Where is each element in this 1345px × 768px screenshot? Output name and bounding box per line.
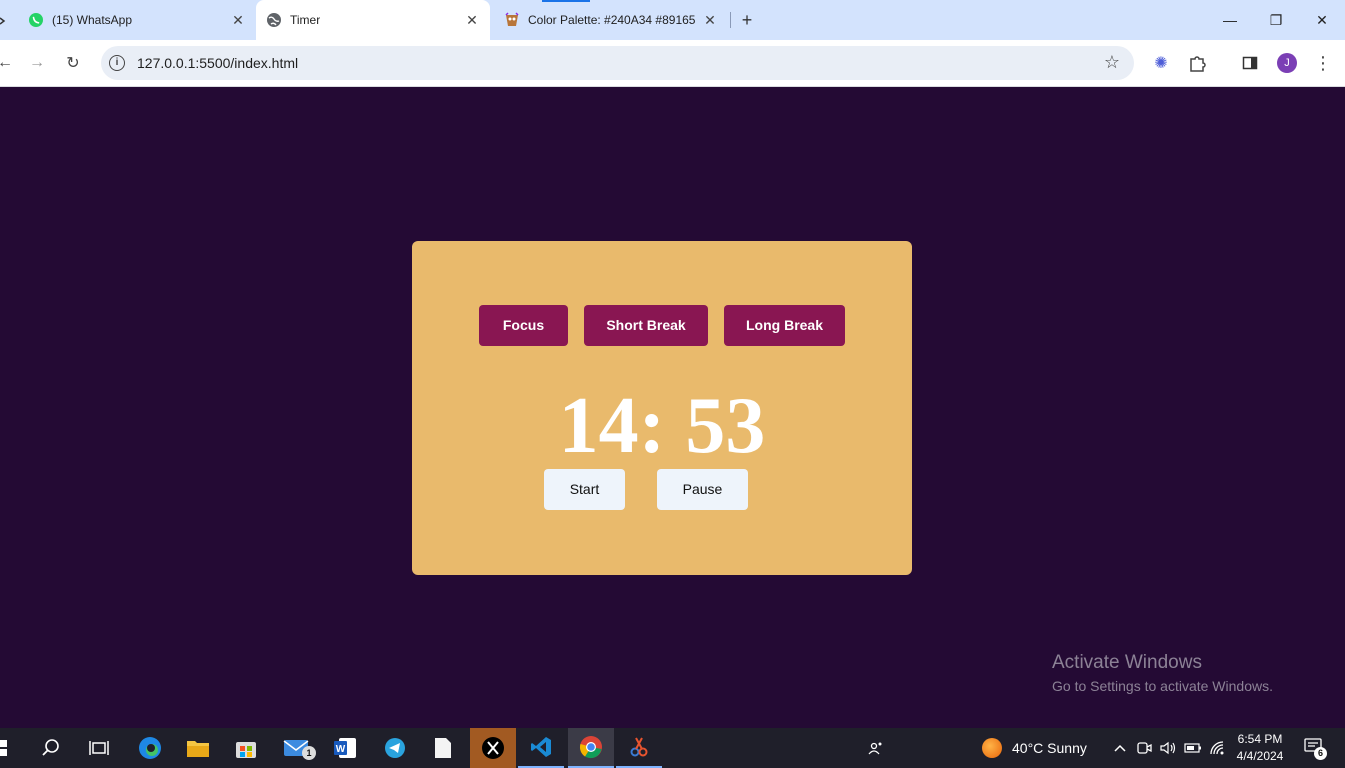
extensions-icon[interactable] [1186, 52, 1208, 74]
menu-kebab-icon[interactable]: ⋮ [1312, 52, 1334, 74]
edge-browser-icon[interactable] [127, 728, 173, 768]
windows-start-icon[interactable] [0, 728, 14, 768]
reload-icon[interactable]: ↻ [62, 52, 84, 74]
tab-color-palette[interactable]: Color Palette: #240A34 #89165 ✕ [490, 0, 728, 40]
tab-whatsapp[interactable]: (15) WhatsApp ✕ [0, 0, 256, 40]
timer-card: Focus Short Break Long Break 14: 53 Star… [412, 241, 912, 575]
watermark-title: Activate Windows [1052, 652, 1202, 673]
volume-icon[interactable] [1158, 738, 1178, 758]
notepad-icon[interactable] [420, 728, 466, 768]
bookmark-star-icon[interactable]: ☆ [1104, 52, 1120, 73]
tab-divider [730, 12, 731, 28]
tab-title: Color Palette: #240A34 #89165 [528, 13, 696, 27]
close-tab-icon[interactable]: ✕ [464, 12, 480, 28]
clock-date: 4/4/2024 [1236, 749, 1284, 763]
close-tab-icon[interactable]: ✕ [702, 12, 718, 28]
extension-puzzle-flower-icon[interactable]: ✺ [1150, 52, 1172, 74]
word-icon[interactable]: W [322, 728, 368, 768]
wifi-icon[interactable] [1207, 738, 1227, 758]
pause-button[interactable]: Pause [657, 469, 748, 510]
tab-title: Timer [290, 13, 321, 27]
chrome-icon[interactable] [568, 728, 614, 768]
long-break-button[interactable]: Long Break [724, 305, 845, 346]
palette-icon [504, 12, 520, 28]
browser-tab-strip: (15) WhatsApp ✕ Timer ✕ Color Palette: #… [0, 0, 1345, 40]
weather-text[interactable]: 40°C Sunny [1012, 740, 1087, 756]
task-view-icon[interactable] [76, 728, 122, 768]
short-break-button[interactable]: Short Break [584, 305, 708, 346]
microsoft-store-icon[interactable] [223, 728, 269, 768]
mail-unread-badge: 1 [302, 746, 316, 760]
show-hidden-icons-chevron-icon[interactable] [1110, 738, 1130, 758]
people-icon[interactable] [866, 738, 886, 758]
timer-display: 14: 53 [558, 382, 766, 470]
restore-icon[interactable]: ❐ [1266, 10, 1286, 30]
focus-mode-button[interactable]: Focus [479, 305, 568, 346]
clock-time: 6:54 PM [1237, 732, 1283, 746]
tab-loading-indicator [542, 0, 590, 2]
profile-avatar[interactable]: J [1277, 53, 1297, 73]
vscode-icon[interactable] [518, 728, 564, 768]
url-text[interactable]: 127.0.0.1:5500/index.html [137, 55, 298, 71]
svg-text:W: W [336, 744, 346, 755]
sunny-weather-icon[interactable] [982, 738, 1002, 758]
telegram-icon[interactable] [372, 728, 418, 768]
tab-title: (15) WhatsApp [52, 13, 133, 27]
site-info-icon[interactable]: i [109, 55, 125, 71]
snipping-tool-icon[interactable] [616, 728, 662, 768]
watermark-subtitle: Go to Settings to activate Windows. [1052, 678, 1273, 694]
search-icon[interactable] [28, 728, 74, 768]
close-tab-icon[interactable]: ✕ [230, 12, 246, 28]
whatsapp-icon [28, 12, 44, 28]
battery-icon[interactable] [1183, 738, 1203, 758]
minimize-icon[interactable]: — [1220, 10, 1240, 30]
close-window-icon[interactable]: ✕ [1312, 10, 1332, 30]
forward-icon[interactable]: → [26, 52, 48, 74]
system-clock[interactable]: 6:54 PM 4/4/2024 [1232, 731, 1288, 765]
back-icon[interactable]: ← [0, 52, 16, 74]
x-twitter-icon[interactable] [470, 728, 516, 768]
meet-now-icon[interactable] [1134, 738, 1154, 758]
start-button[interactable]: Start [544, 469, 625, 510]
notification-count-badge: 6 [1314, 747, 1327, 760]
windows-taskbar: 1 W 40°C Sunny 6:54 PM 4/4/2024 6 [0, 728, 1345, 768]
new-tab-icon[interactable]: + [738, 10, 756, 30]
browser-toolbar: ← → ↻ i 127.0.0.1:5500/index.html ☆ ✺ ⋮ [0, 40, 1345, 87]
tab-timer[interactable]: Timer ✕ [256, 0, 490, 40]
activate-windows-watermark: Activate Windows Go to Settings to activ… [1052, 651, 1273, 697]
notification-center-icon[interactable]: 6 [1304, 738, 1327, 760]
side-panel-icon[interactable] [1239, 52, 1261, 74]
address-bar[interactable]: i 127.0.0.1:5500/index.html ☆ [101, 46, 1134, 80]
file-explorer-icon[interactable] [175, 728, 221, 768]
globe-icon [266, 12, 282, 28]
